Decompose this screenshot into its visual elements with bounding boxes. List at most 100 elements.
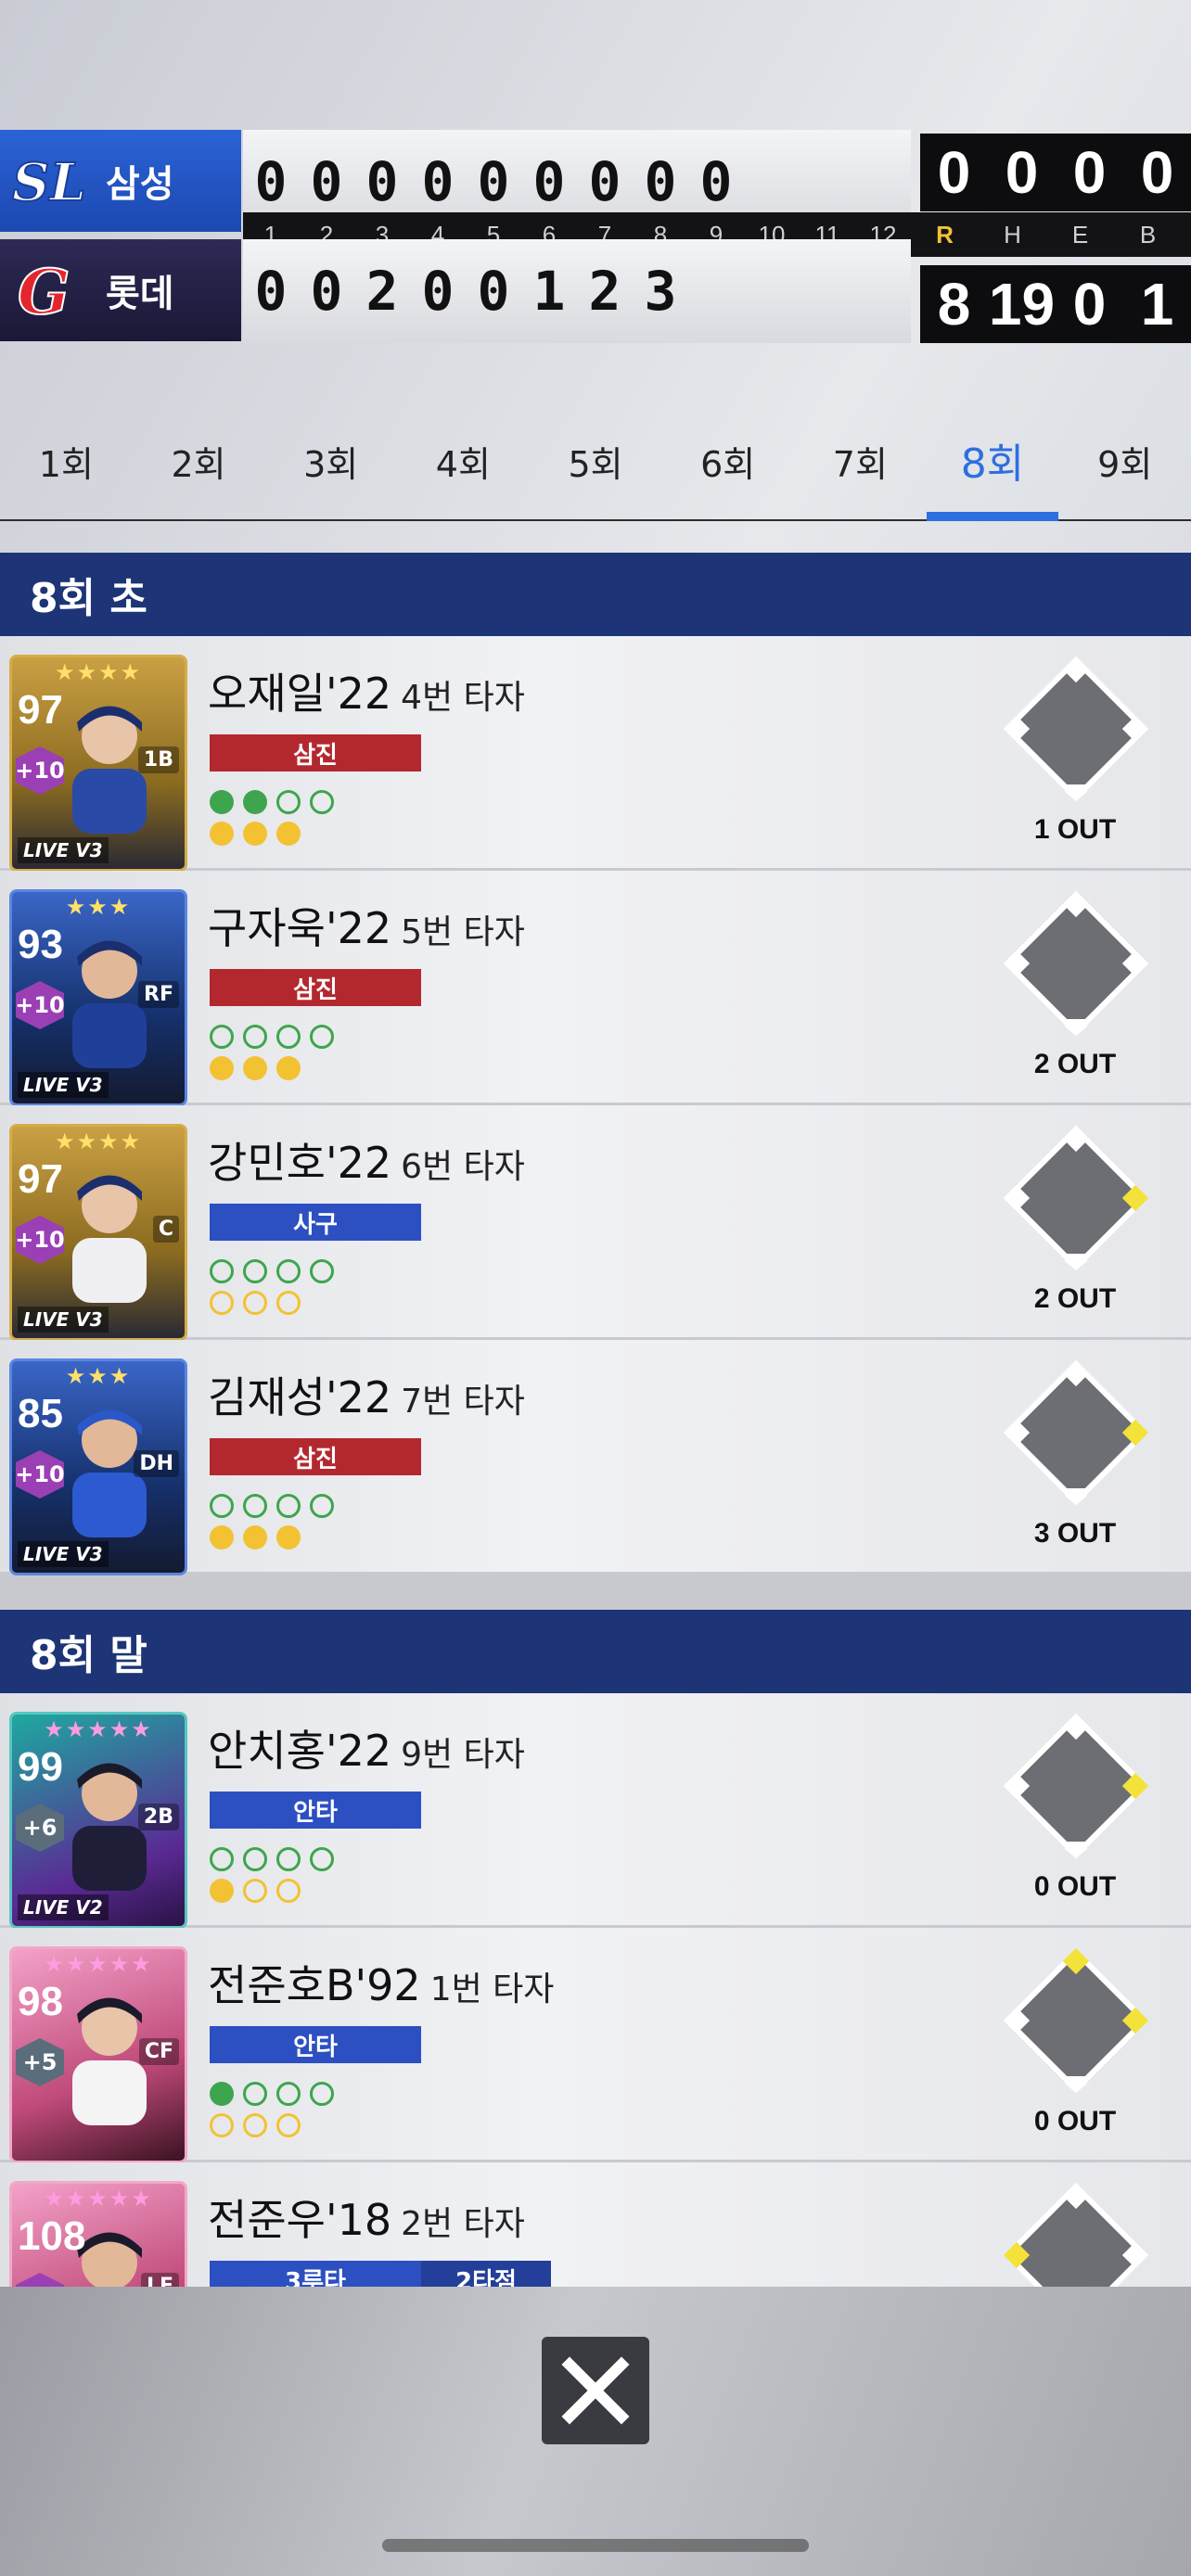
player-position: DH bbox=[134, 1450, 179, 1477]
strike-dot bbox=[210, 1291, 234, 1315]
ball-dot bbox=[243, 1494, 267, 1518]
player-card[interactable]: ★★★★ 97 +10 1B LIVE V3 bbox=[9, 655, 187, 872]
bottom-bar bbox=[0, 2287, 1191, 2576]
strike-dot bbox=[210, 1525, 234, 1549]
player-card[interactable]: ★★★★ 97 +10 C LIVE V3 bbox=[9, 1124, 187, 1341]
batting-order: 9번 타자 bbox=[401, 1736, 525, 1774]
player-rating: 98 bbox=[18, 1979, 63, 2024]
away-totals: 0 0 0 0 bbox=[920, 134, 1191, 211]
out-count: 0 OUT bbox=[1033, 2106, 1117, 2136]
close-icon bbox=[561, 2356, 630, 2425]
home-indicator[interactable] bbox=[382, 2539, 809, 2552]
player-name-text: 김재성'22 bbox=[208, 1372, 392, 1422]
player-card[interactable]: ★★★★★ 99 +6 2B LIVE V2 bbox=[9, 1712, 187, 1929]
away-inning-score: 0 bbox=[365, 150, 399, 213]
away-team: SL 삼성 bbox=[0, 130, 241, 232]
strike-count bbox=[210, 822, 334, 846]
ball-dot bbox=[310, 1259, 334, 1283]
home-team: G 롯데 bbox=[0, 239, 241, 341]
tab-inning-4[interactable]: 4회 bbox=[397, 408, 530, 519]
ball-dot bbox=[276, 1847, 301, 1871]
out-count: 0 OUT bbox=[1033, 1871, 1117, 1902]
tab-inning-3[interactable]: 3회 bbox=[264, 408, 397, 519]
strike-dot bbox=[210, 1056, 234, 1080]
at-bat-row[interactable]: ★★★★ 97 +10 1B LIVE V3 오재일'22 4번 타자 삼진 1 … bbox=[0, 636, 1191, 872]
result-badges: 3루타 2타점 bbox=[210, 2261, 551, 2287]
ball-dot bbox=[210, 1847, 234, 1871]
strike-dot bbox=[276, 1525, 301, 1549]
tab-inning-5[interactable]: 5회 bbox=[530, 408, 662, 519]
tab-inning-1[interactable]: 1회 bbox=[0, 408, 133, 519]
player-position: LF bbox=[140, 2273, 179, 2287]
pitch-count bbox=[210, 1494, 334, 1557]
away-walks: 0 bbox=[1140, 139, 1174, 206]
away-team-name: 삼성 bbox=[106, 163, 174, 206]
stat-label-r: R bbox=[936, 220, 954, 249]
home-inning-scores: 0 0 2 0 0 1 2 3 bbox=[243, 239, 911, 343]
home-errors: 0 bbox=[1072, 271, 1107, 338]
card-stars: ★★★★★ bbox=[44, 1716, 153, 1742]
stat-label-b: B bbox=[1139, 220, 1157, 249]
at-bat-row[interactable]: ★★★★★ 99 +6 2B LIVE V2 안치홍'22 9번 타자 안타 0 … bbox=[0, 1693, 1191, 1929]
tab-inning-7[interactable]: 7회 bbox=[794, 408, 927, 519]
base-diamond-icon bbox=[1003, 1359, 1149, 1506]
at-bat-row[interactable]: ★★★ 85 +10 DH LIVE V3 김재성'22 7번 타자 삼진 3 O… bbox=[0, 1340, 1191, 1575]
ball-dot bbox=[210, 1259, 234, 1283]
tab-inning-6[interactable]: 6회 bbox=[661, 408, 794, 519]
player-rating: 97 bbox=[18, 687, 63, 733]
result-badges: 안타 bbox=[210, 2026, 421, 2063]
ball-dot bbox=[210, 1494, 234, 1518]
strike-dot bbox=[276, 1291, 301, 1315]
at-bat-row[interactable]: ★★★★ 97 +10 C LIVE V3 강민호'22 6번 타자 사구 2 O… bbox=[0, 1105, 1191, 1341]
ball-dot bbox=[243, 1847, 267, 1871]
strike-dot bbox=[276, 2113, 301, 2137]
ball-dot bbox=[210, 1025, 234, 1049]
player-name: 김재성'22 7번 타자 bbox=[208, 1364, 525, 1425]
away-inning-score: 0 bbox=[421, 150, 455, 213]
close-button[interactable] bbox=[542, 2337, 649, 2444]
away-hits: 0 bbox=[1005, 139, 1039, 206]
enhance-level: +6 bbox=[16, 1804, 64, 1852]
enhance-level: +10 bbox=[16, 746, 64, 795]
away-errors: 0 bbox=[1072, 139, 1107, 206]
at-bat-row[interactable]: ★★★ 93 +10 RF LIVE V3 구자욱'22 5번 타자 삼진 2 O… bbox=[0, 871, 1191, 1106]
enhance-level: +10 bbox=[16, 2273, 64, 2287]
top-half-header: 8회 초 bbox=[0, 553, 1191, 636]
at-bat-row[interactable]: ★★★★★ 108 +10 LF 전준우'182번 타자 3루타 2타점 bbox=[0, 2162, 1191, 2287]
player-position: CF bbox=[138, 2038, 179, 2065]
at-bat-list[interactable]: 8회 초 ★★★★ 97 +10 1B LIVE V3 오재일'22 4번 타자 … bbox=[0, 553, 1191, 2287]
result-badges: 안타 bbox=[210, 1792, 421, 1829]
pitch-count bbox=[210, 2082, 334, 2145]
result-badge: 안타 bbox=[210, 1792, 421, 1829]
card-series: LIVE V3 bbox=[18, 837, 109, 863]
enhance-level: +10 bbox=[16, 981, 64, 1029]
card-series: LIVE V3 bbox=[18, 1307, 109, 1333]
tab-inning-8[interactable]: 8회 bbox=[926, 408, 1059, 521]
player-card[interactable]: ★★★ 85 +10 DH LIVE V3 bbox=[9, 1358, 187, 1575]
player-rating: 85 bbox=[18, 1391, 63, 1436]
result-badge: 안타 bbox=[210, 2026, 421, 2063]
ball-count bbox=[210, 1494, 334, 1518]
batting-order: 7번 타자 bbox=[401, 1383, 525, 1421]
ball-count bbox=[210, 1259, 334, 1283]
player-name-text: 전준호B'92 bbox=[208, 1960, 421, 2010]
card-series: LIVE V2 bbox=[18, 1894, 109, 1920]
tab-inning-9[interactable]: 9회 bbox=[1058, 408, 1191, 519]
bottom-half-header: 8회 말 bbox=[0, 1610, 1191, 1693]
tab-inning-2[interactable]: 2회 bbox=[133, 408, 265, 519]
at-bat-row[interactable]: ★★★★★ 98 +5 CF 전준호B'92 1번 타자 안타 0 OUT bbox=[0, 1928, 1191, 2163]
player-rating: 97 bbox=[18, 1156, 63, 1202]
base-diamond-icon bbox=[1003, 2182, 1149, 2287]
ball-dot bbox=[243, 790, 267, 814]
strike-dot bbox=[210, 2113, 234, 2137]
result-badges: 사구 bbox=[210, 1204, 421, 1241]
strike-count bbox=[210, 1291, 334, 1315]
player-card[interactable]: ★★★ 93 +10 RF LIVE V3 bbox=[9, 889, 187, 1106]
ball-dot bbox=[243, 1259, 267, 1283]
strike-dot bbox=[243, 1291, 267, 1315]
base-diamond-icon bbox=[1003, 890, 1149, 1037]
strike-count bbox=[210, 1525, 334, 1549]
strike-count bbox=[210, 1056, 334, 1080]
player-card[interactable]: ★★★★★ 98 +5 CF bbox=[9, 1946, 187, 2163]
player-card[interactable]: ★★★★★ 108 +10 LF bbox=[9, 2181, 187, 2287]
